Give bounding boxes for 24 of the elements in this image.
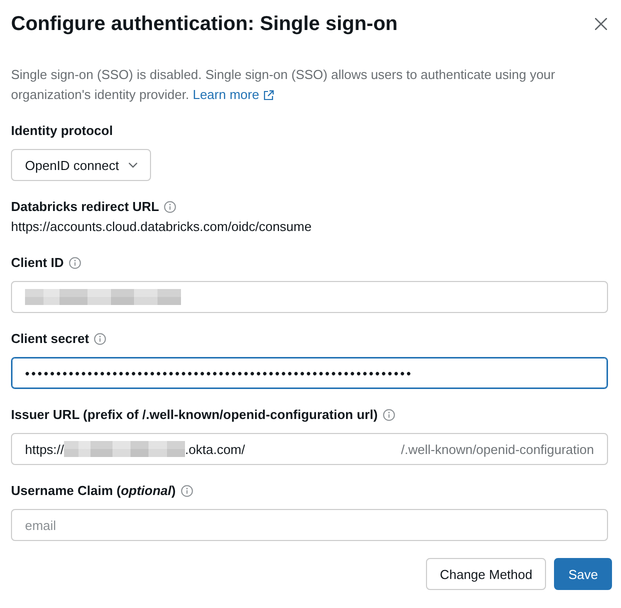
field-label: Username Claim (optional) — [11, 482, 176, 500]
input-field[interactable]: email — [11, 509, 608, 541]
close-icon — [595, 18, 607, 30]
field-label: Client ID — [11, 254, 64, 272]
url-text: https:// — [25, 442, 64, 456]
save-button[interactable]: Save — [554, 558, 612, 590]
chevron-down-icon — [128, 162, 138, 168]
external-link-icon — [263, 90, 274, 100]
url-text: .okta.com/ — [185, 442, 245, 456]
field-label: Databricks redirect URL — [11, 198, 160, 216]
learn-more-link[interactable]: Learn more — [192, 85, 274, 105]
field-label: Issuer URL (prefix of /.well-known/openid-configuration url) — [11, 406, 378, 424]
redirect-url-text: https://accounts.cloud.databricks.com/oidc/consume — [11, 218, 312, 236]
client-id-field[interactable] — [11, 281, 608, 313]
change-method-button[interactable]: Change Method — [426, 558, 546, 590]
protocol-dropdown[interactable]: OpenID connect — [11, 149, 151, 181]
close-button[interactable] — [595, 18, 607, 30]
dialog-title: Configure authentication: Single sign-on — [11, 12, 398, 37]
field-label: Identity protocol — [11, 122, 113, 140]
input-field[interactable]: •••••••••••••••••••••••••••••••••••••••••••••••••••••••••••••• — [11, 357, 608, 389]
url-suffix-text: /.well-known/openid-configuration — [401, 442, 594, 456]
url-input-field[interactable]: https:// .okta.com/ /.well-known/openid-configuration — [11, 433, 608, 465]
description-text: Single sign-on (SSO) is disabled. Single sign-on (SSO) allows users to authenticate using your organization's identity provider. Learn more — [11, 65, 608, 105]
field-label: Client secret — [11, 330, 90, 348]
